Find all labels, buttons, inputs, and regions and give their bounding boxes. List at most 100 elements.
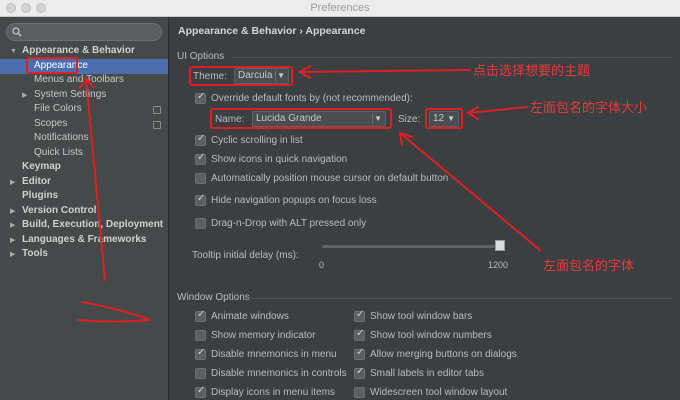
sidebar-item-label: Scopes: [34, 118, 68, 129]
checkbox-box: [195, 309, 206, 322]
checkbox-box: [195, 218, 206, 229]
font-size-label: Size:: [398, 114, 421, 125]
sidebar-item-label: Keymap: [22, 161, 61, 172]
checkbox-box: [354, 328, 365, 341]
show-tool-window-bars-checkbox[interactable]: Show tool window bars: [354, 309, 473, 322]
show-tool-window-numbers-checkbox[interactable]: Show tool window numbers: [354, 328, 492, 341]
checkbox-label: Override default fonts by (not recommend…: [211, 93, 413, 104]
animate-windows-checkbox[interactable]: Animate windows: [195, 309, 289, 322]
sidebar-item-keymap[interactable]: Keymap: [22, 160, 61, 174]
disable-mnemonics-controls-checkbox[interactable]: Disable mnemonics in controls: [195, 368, 347, 379]
annotation-theme-note: 点击选择想要的主题: [473, 63, 591, 78]
checkbox-label: Show tool window bars: [370, 311, 473, 322]
sidebar-item-languages-frameworks[interactable]: ▶ Languages & Frameworks: [10, 233, 146, 247]
tooltip-delay-slider-track[interactable]: [322, 245, 502, 248]
tooltip-delay-label: Tooltip initial delay (ms):: [192, 250, 299, 261]
sidebar-item-build-execution[interactable]: ▶ Build, Execution, Deployment: [10, 218, 163, 232]
hide-nav-popups-checkbox[interactable]: Hide navigation popups on focus loss: [195, 193, 377, 206]
chevron-right-icon: ▶: [10, 179, 16, 186]
window-title: Preferences: [310, 2, 370, 14]
checkbox-box: [195, 330, 206, 341]
show-memory-indicator-checkbox[interactable]: Show memory indicator: [195, 330, 315, 341]
checkbox-box: [195, 347, 206, 360]
window-title-bar: Preferences: [0, 0, 680, 17]
auto-position-cursor-checkbox[interactable]: Automatically position mouse cursor on d…: [195, 173, 448, 184]
sidebar-item-version-control[interactable]: ▶ Version Control: [10, 204, 96, 218]
search-icon: [12, 27, 22, 37]
checkbox-box: [195, 152, 206, 165]
sidebar-item-label: Notifications: [34, 132, 89, 143]
sidebar-item-appearance-behavior[interactable]: ▼ Appearance & Behavior: [10, 44, 135, 58]
widescreen-layout-checkbox[interactable]: Widescreen tool window layout: [354, 387, 507, 398]
checkbox-label: Hide navigation popups on focus loss: [211, 195, 377, 206]
checkbox-box: [195, 193, 206, 206]
sidebar-item-label: Version Control: [22, 205, 97, 216]
sidebar-item-label: Plugins: [22, 190, 59, 201]
annotation-box-font-size: [425, 108, 463, 129]
small-labels-editor-tabs-checkbox[interactable]: Small labels in editor tabs: [354, 366, 484, 379]
sidebar-item-label: File Colors: [34, 103, 82, 114]
sidebar-item-file-colors[interactable]: File Colors: [34, 102, 82, 116]
annotation-box-appearance: [26, 57, 78, 74]
checkbox-box: [354, 387, 365, 398]
sidebar-item-label: Editor: [22, 176, 51, 187]
checkbox-label: Drag-n-Drop with ALT pressed only: [211, 218, 367, 229]
project-level-icon: [153, 121, 161, 129]
chevron-right-icon: ▶: [22, 92, 28, 99]
sidebar-item-label: System Settings: [34, 89, 107, 100]
tooltip-delay-slider-thumb[interactable]: [495, 240, 505, 251]
checkbox-box: [195, 368, 206, 379]
chevron-right-icon: ▶: [10, 251, 16, 258]
checkbox-box: [195, 91, 206, 104]
override-fonts-checkbox[interactable]: Override default fonts by (not recommend…: [195, 91, 413, 104]
project-level-icon: [153, 106, 161, 114]
display-icons-menu-checkbox[interactable]: Display icons in menu items: [195, 385, 335, 398]
annotation-box-theme: [189, 66, 293, 86]
sidebar-item-system-settings[interactable]: ▶ System Settings: [22, 88, 106, 102]
slider-min-label: 0: [319, 260, 325, 270]
checkbox-label: Widescreen tool window layout: [370, 387, 508, 398]
checkbox-label: Disable mnemonics in menu: [211, 349, 337, 360]
chevron-down-icon: ▼: [10, 48, 17, 55]
checkbox-label: Cyclic scrolling in list: [211, 135, 303, 146]
checkbox-label: Allow merging buttons on dialogs: [370, 349, 517, 360]
sidebar-item-plugins[interactable]: Plugins: [22, 189, 58, 203]
allow-merging-buttons-checkbox[interactable]: Allow merging buttons on dialogs: [354, 347, 517, 360]
cyclic-scrolling-checkbox[interactable]: Cyclic scrolling in list: [195, 133, 303, 146]
checkbox-box: [195, 385, 206, 398]
annotation-box-font-name: [210, 108, 392, 129]
sidebar-item-tools[interactable]: ▶ Tools: [10, 247, 48, 261]
annotation-size-note: 左面包名的字体大小: [530, 100, 648, 115]
chevron-right-icon: ▶: [10, 237, 16, 244]
slider-max-label: 1200: [488, 260, 509, 270]
settings-sidebar: ▼ Appearance & Behavior Appearance Menus …: [0, 17, 169, 400]
drag-n-drop-alt-checkbox[interactable]: Drag-n-Drop with ALT pressed only: [195, 218, 366, 229]
checkbox-box: [195, 173, 206, 184]
window-options-section-title: Window Options: [177, 292, 250, 303]
sidebar-item-notifications[interactable]: Notifications: [34, 131, 88, 145]
checkbox-box: [354, 347, 365, 360]
checkbox-box: [354, 309, 365, 322]
sidebar-item-label: Menus and Toolbars: [34, 74, 124, 85]
ui-options-section-title: UI Options: [177, 51, 225, 62]
sidebar-item-quick-lists[interactable]: Quick Lists: [34, 146, 83, 160]
checkbox-label: Disable mnemonics in controls: [211, 368, 347, 379]
sidebar-item-label: Build, Execution, Deployment: [22, 219, 164, 230]
disable-mnemonics-menu-checkbox[interactable]: Disable mnemonics in menu: [195, 347, 337, 360]
checkbox-label: Automatically position mouse cursor on d…: [211, 173, 449, 184]
sidebar-item-label: Languages & Frameworks: [22, 234, 147, 245]
sidebar-item-label: Appearance & Behavior: [22, 45, 135, 56]
breadcrumb: Appearance & Behavior › Appearance: [178, 25, 366, 37]
show-icons-nav-checkbox[interactable]: Show icons in quick navigation: [195, 152, 348, 165]
sidebar-item-scopes[interactable]: Scopes: [34, 117, 67, 131]
checkbox-box: [195, 133, 206, 146]
checkbox-label: Show icons in quick navigation: [211, 154, 348, 165]
sidebar-item-menus-toolbars[interactable]: Menus and Toolbars: [34, 73, 124, 87]
chevron-right-icon: ▶: [10, 222, 16, 229]
sidebar-item-editor[interactable]: ▶ Editor: [10, 175, 51, 189]
section-divider: [248, 298, 672, 299]
checkbox-label: Show memory indicator: [211, 330, 316, 341]
settings-search-input[interactable]: [6, 23, 162, 41]
section-divider: [232, 57, 672, 58]
checkbox-box: [354, 366, 365, 379]
